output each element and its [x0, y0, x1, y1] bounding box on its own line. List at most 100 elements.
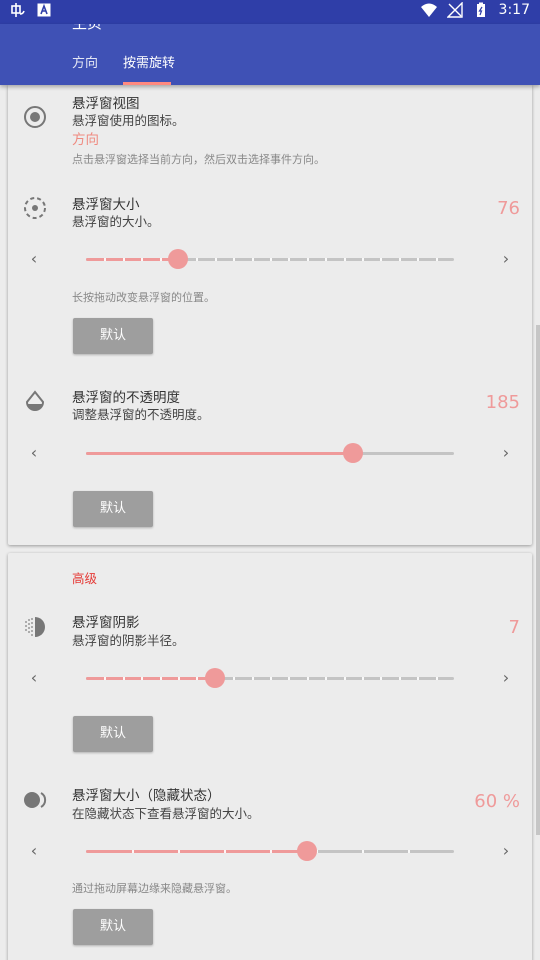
slider-tick — [343, 677, 346, 680]
increment-arrow[interactable]: › — [498, 443, 514, 462]
pref-value: 185 — [485, 392, 520, 413]
slider-tick — [398, 677, 401, 680]
slider-ticks — [86, 452, 454, 455]
slider-tick — [380, 258, 383, 261]
half-hidden-circle-icon — [24, 792, 47, 808]
status-bar: 3:17 — [0, 0, 540, 24]
pref-summary: 调整悬浮窗的不透明度。 — [72, 407, 210, 422]
opacity-slider[interactable] — [86, 443, 454, 463]
pref-hint: 长按拖动改变悬浮窗的位置。 — [72, 291, 215, 304]
pref-title: 悬浮窗大小（隐藏状态） — [72, 788, 221, 804]
slider-tick — [325, 677, 328, 680]
slider-tick — [362, 677, 364, 680]
slider-thumb[interactable] — [204, 668, 225, 688]
slider-tick — [122, 258, 125, 261]
slider-tick — [417, 258, 420, 261]
slider-tick — [270, 677, 272, 680]
default-button[interactable]: 默认 — [73, 909, 153, 945]
slider-tick — [398, 258, 401, 261]
slider-tick — [104, 258, 107, 261]
pref-summary: 悬浮窗的阴影半径。 — [72, 633, 185, 648]
slider-tick — [196, 677, 199, 680]
slider-tick — [343, 258, 346, 261]
pref-title: 悬浮窗阴影 — [72, 615, 140, 631]
decrement-arrow[interactable]: ‹ — [26, 668, 42, 687]
size-slider[interactable] — [86, 249, 454, 269]
tab-orientation[interactable]: 方向 — [72, 52, 98, 71]
decrement-arrow[interactable]: ‹ — [26, 443, 42, 462]
slider-tick — [288, 677, 291, 680]
slider-tick — [362, 258, 364, 261]
pref-hint: 通过拖动屏幕边缘来隐藏悬浮窗。 — [72, 882, 237, 895]
dashed-circle-icon — [24, 197, 46, 219]
slider-tick — [178, 677, 180, 680]
slider-tick — [251, 677, 254, 680]
slider-tick — [196, 258, 199, 261]
app-title: 主页 — [72, 24, 102, 33]
slider-tick — [362, 850, 364, 853]
slider-tick — [233, 677, 236, 680]
app-bar: 主页 方向 按需旋转 — [0, 24, 540, 85]
slider-tick — [380, 677, 383, 680]
tab-indicator — [123, 82, 171, 85]
slider-tick — [325, 258, 328, 261]
slider-ticks — [86, 850, 454, 853]
slider-ticks — [86, 258, 454, 261]
pref-current-value: 方向 — [72, 132, 99, 148]
pref-summary: 悬浮窗使用的图标。 — [72, 113, 185, 128]
slider-tick — [104, 677, 107, 680]
status-time: 3:17 — [498, 2, 530, 18]
increment-arrow[interactable]: › — [498, 668, 514, 687]
tab-rotate-on-demand[interactable]: 按需旋转 — [123, 52, 175, 71]
slider-tick — [233, 258, 236, 261]
slider-tick — [306, 258, 309, 261]
battery-icon — [476, 2, 485, 17]
a-notification-icon — [37, 3, 51, 17]
slider-thumb[interactable] — [296, 841, 317, 861]
radio-target-icon — [24, 106, 46, 128]
scrollbar[interactable] — [536, 325, 540, 835]
hidden-size-slider[interactable] — [86, 841, 454, 861]
increment-arrow[interactable]: › — [498, 249, 514, 268]
slider-tick — [132, 850, 134, 853]
slider-thumb[interactable] — [342, 443, 363, 463]
slider-tick — [288, 258, 291, 261]
default-button[interactable]: 默认 — [73, 716, 153, 752]
app-notification-icon — [11, 3, 25, 17]
slider-tick — [214, 258, 217, 261]
slider-thumb[interactable] — [168, 249, 188, 269]
slider-tick — [159, 677, 162, 680]
slider-tick — [435, 677, 438, 680]
slider-tick — [435, 258, 438, 261]
wifi-icon — [420, 3, 437, 17]
shadow-slider[interactable] — [86, 668, 454, 688]
pref-value: 76 — [497, 198, 520, 219]
slider-tick — [270, 850, 272, 853]
slider-tick — [251, 258, 254, 261]
pref-title: 悬浮窗大小 — [72, 197, 140, 213]
slider-ticks — [86, 677, 454, 680]
default-button[interactable]: 默认 — [73, 318, 153, 354]
pref-value: 60 % — [474, 791, 520, 812]
pref-value: 7 — [508, 617, 520, 638]
slider-tick — [122, 677, 125, 680]
water-drop-icon — [25, 390, 45, 411]
pref-hint: 点击悬浮窗选择当前方向，然后双击选择事件方向。 — [72, 153, 325, 166]
slider-tick — [306, 677, 309, 680]
shadow-circle-icon — [25, 617, 45, 637]
slider-tick — [224, 850, 226, 853]
slider-tick — [141, 677, 144, 680]
decrement-arrow[interactable]: ‹ — [26, 841, 42, 860]
default-button[interactable]: 默认 — [73, 491, 153, 527]
signal-icon — [446, 2, 463, 18]
slider-tick — [417, 677, 420, 680]
pref-summary: 在隐藏状态下查看悬浮窗的大小。 — [72, 806, 260, 821]
slider-tick — [141, 258, 144, 261]
pref-title: 悬浮窗的不透明度 — [72, 390, 180, 406]
decrement-arrow[interactable]: ‹ — [26, 249, 42, 268]
slider-tick — [270, 258, 272, 261]
section-title-advanced: 高级 — [72, 571, 98, 586]
slider-tick — [159, 258, 162, 261]
increment-arrow[interactable]: › — [498, 841, 514, 860]
slider-tick — [178, 850, 180, 853]
